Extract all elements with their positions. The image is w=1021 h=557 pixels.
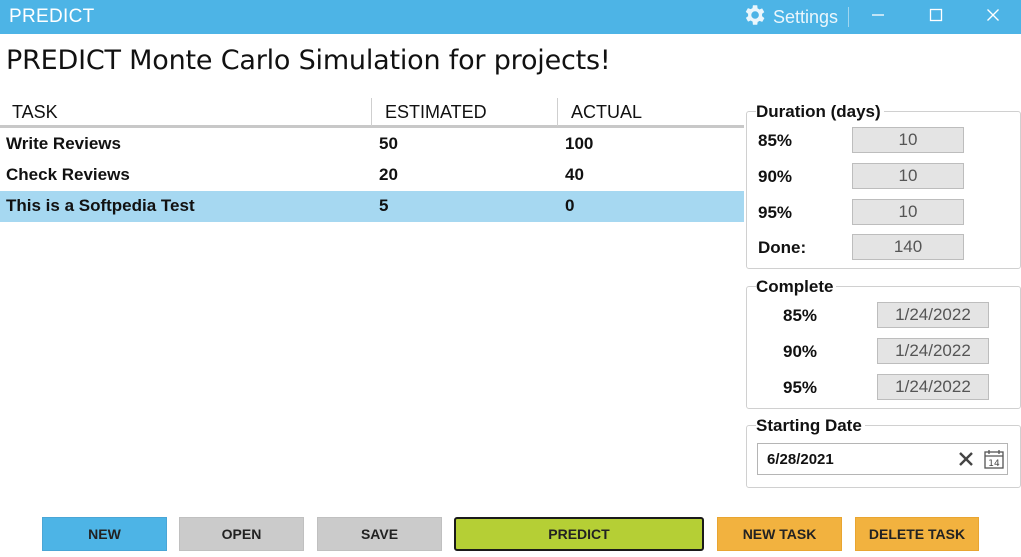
title-bar: PREDICT Settings: [0, 0, 1021, 34]
column-divider[interactable]: [371, 98, 372, 126]
calendar-icon[interactable]: 14: [983, 448, 1005, 470]
duration-90-value: 10: [852, 163, 964, 189]
close-icon: [986, 8, 1000, 27]
starting-date-picker[interactable]: 6/28/2021 14: [757, 443, 1008, 475]
duration-90-label: 90%: [758, 167, 793, 186]
duration-done-label: Done:: [758, 238, 807, 257]
new-task-button[interactable]: NEW TASK: [717, 517, 842, 551]
actual-cell[interactable]: 0: [565, 196, 574, 216]
complete-90-value: 1/24/2022: [877, 338, 989, 364]
complete-group-label: Complete: [756, 277, 837, 297]
close-button[interactable]: [971, 0, 1015, 34]
grid-header: TASK ESTIMATED ACTUAL: [0, 98, 744, 128]
task-cell[interactable]: Check Reviews: [6, 165, 130, 185]
minimize-icon: [871, 8, 885, 27]
starting-date-label: Starting Date: [756, 416, 865, 436]
duration-85-value: 10: [852, 127, 964, 153]
predict-button[interactable]: PREDICT: [454, 517, 704, 551]
settings-button[interactable]: Settings: [741, 3, 838, 31]
table-row-selected[interactable]: This is a Softpedia Test 5 0: [0, 191, 744, 222]
duration-95-value: 10: [852, 199, 964, 225]
title-separator: [848, 7, 849, 27]
open-button[interactable]: OPEN: [179, 517, 304, 551]
estimated-cell[interactable]: 50: [379, 134, 398, 154]
duration-85-label: 85%: [758, 131, 793, 150]
save-button[interactable]: SAVE: [317, 517, 442, 551]
clear-x-icon[interactable]: [956, 449, 976, 469]
task-grid[interactable]: TASK ESTIMATED ACTUAL Write Reviews 50 1…: [0, 98, 744, 498]
estimated-cell[interactable]: 5: [379, 196, 388, 216]
actual-cell[interactable]: 100: [565, 134, 593, 154]
actual-cell[interactable]: 40: [565, 165, 584, 185]
column-header-actual[interactable]: ACTUAL: [571, 102, 642, 123]
duration-group-label: Duration (days): [756, 102, 884, 122]
page-title: PREDICT Monte Carlo Simulation for proje…: [6, 45, 611, 76]
new-button[interactable]: NEW: [42, 517, 167, 551]
delete-task-button[interactable]: DELETE TASK: [855, 517, 979, 551]
column-header-task[interactable]: TASK: [12, 102, 58, 123]
maximize-icon: [929, 8, 943, 27]
task-cell[interactable]: Write Reviews: [6, 134, 121, 154]
estimated-cell[interactable]: 20: [379, 165, 398, 185]
table-row[interactable]: Check Reviews 20 40: [0, 160, 744, 191]
complete-95-value: 1/24/2022: [877, 374, 989, 400]
maximize-button[interactable]: [914, 0, 958, 34]
column-header-estimated[interactable]: ESTIMATED: [385, 102, 487, 123]
duration-done-value: 140: [852, 234, 964, 260]
gear-icon: [741, 2, 767, 33]
table-row[interactable]: Write Reviews 50 100: [0, 129, 744, 160]
task-cell[interactable]: This is a Softpedia Test: [6, 196, 195, 216]
complete-95-label: 95%: [783, 378, 818, 397]
complete-85-value: 1/24/2022: [877, 302, 989, 328]
settings-label: Settings: [773, 6, 839, 27]
calendar-day: 14: [988, 459, 1000, 469]
column-divider[interactable]: [557, 98, 558, 126]
complete-85-label: 85%: [783, 306, 818, 325]
complete-90-label: 90%: [783, 342, 818, 361]
app-name: PREDICT: [9, 6, 95, 27]
minimize-button[interactable]: [856, 0, 900, 34]
starting-date-value[interactable]: 6/28/2021: [767, 451, 834, 468]
duration-95-label: 95%: [758, 203, 793, 222]
